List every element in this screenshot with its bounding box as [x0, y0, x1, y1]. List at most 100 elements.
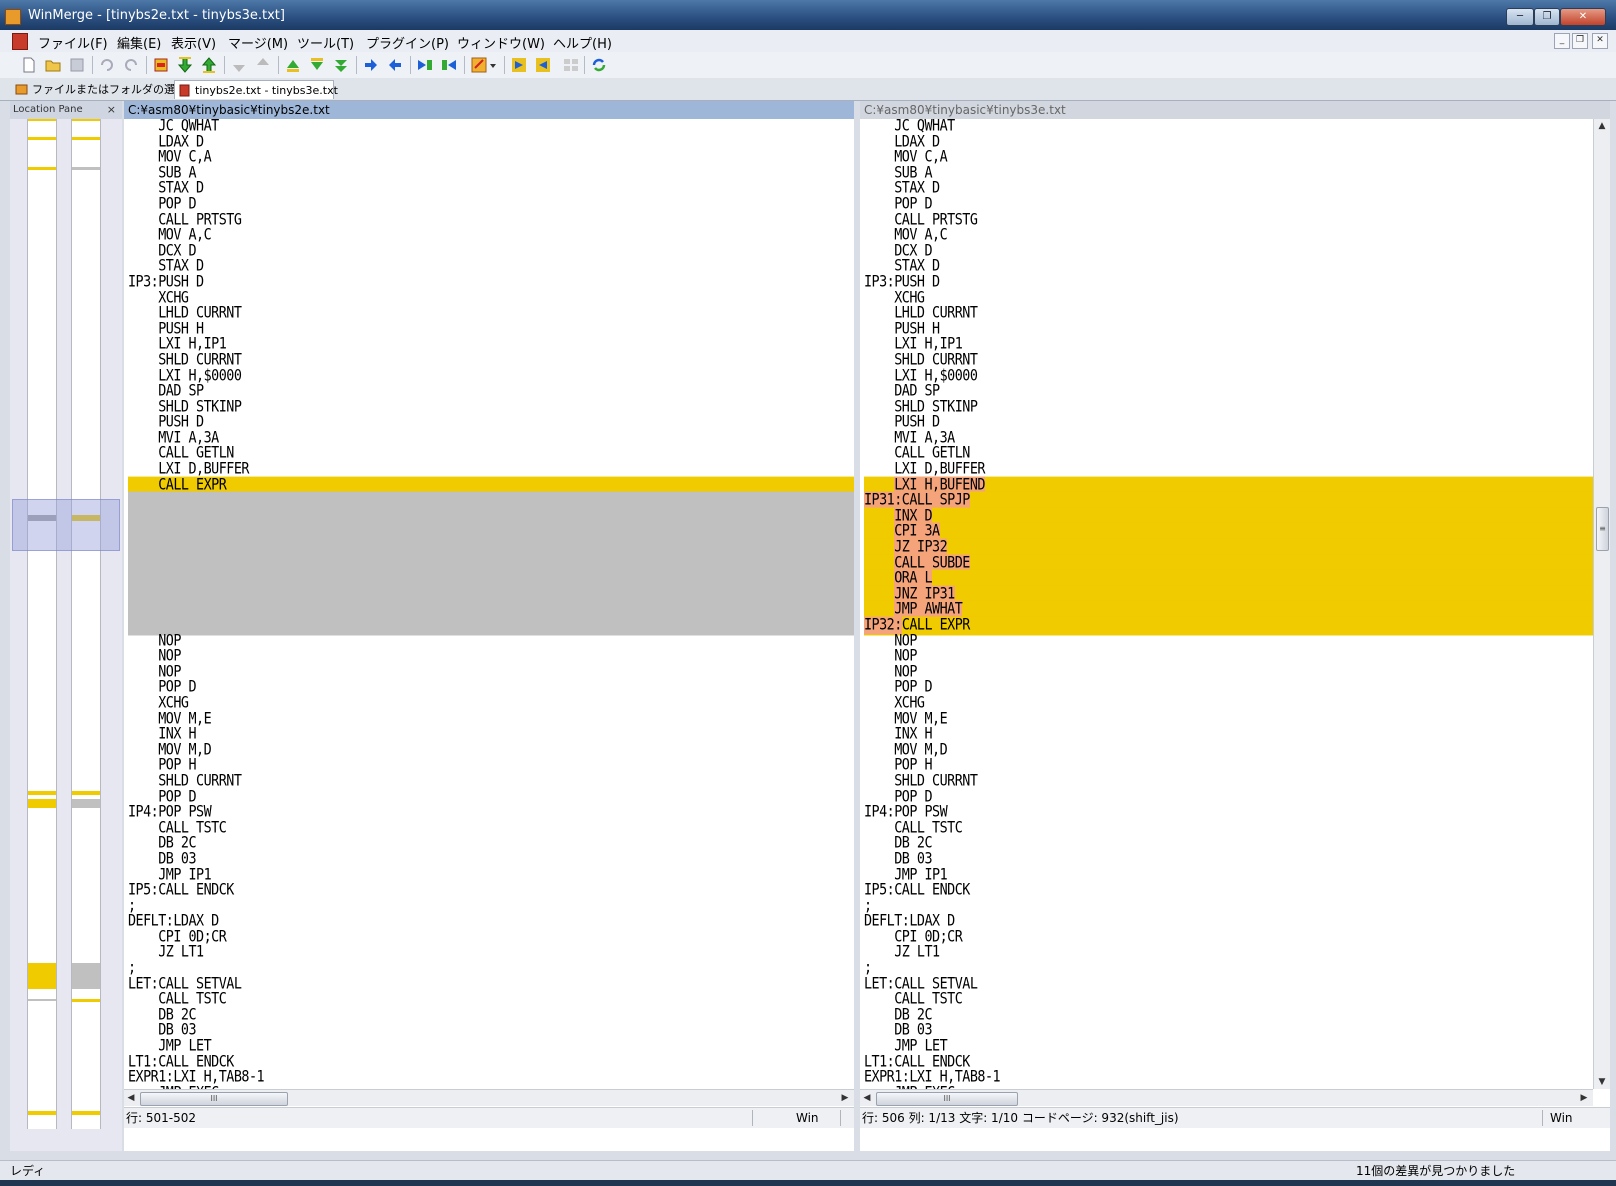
copy-right-icon[interactable]: [362, 56, 380, 74]
diff-marker: [72, 1111, 100, 1115]
redo-icon[interactable]: [122, 56, 140, 74]
menu-merge[interactable]: マージ(M): [228, 33, 288, 52]
status-separator: [840, 1110, 841, 1126]
winmerge-window: WinMerge - [tinybs2e.txt - tinybs3e.txt]…: [0, 0, 1616, 1186]
tab-bar: ファイルまたはフォルダの選択... tinybs2e.txt - tinybs3…: [0, 78, 1616, 101]
new-icon[interactable]: [20, 56, 38, 74]
save-icon[interactable]: [68, 56, 86, 74]
mdi-restore-button[interactable]: ❐: [1572, 33, 1588, 49]
back-icon[interactable]: [534, 56, 552, 74]
diff-count-text: 11個の差異が見つかりました: [1356, 1164, 1516, 1178]
line-text: SHLD CURRNT: [128, 772, 242, 791]
left-status-eol: Win: [796, 1111, 819, 1125]
undo-icon[interactable]: [98, 56, 116, 74]
copy-left-advance-icon[interactable]: [308, 56, 326, 74]
menu-window[interactable]: ウィンドウ(W): [457, 33, 545, 52]
tab-open-select[interactable]: ファイルまたはフォルダの選択...: [12, 80, 197, 99]
maximize-button[interactable]: ❐: [1534, 8, 1560, 26]
diff-marker: [72, 167, 100, 170]
right-code-view[interactable]: JC QWHAT LDAX D MOV C,A SUB A STAX D POP…: [864, 119, 1593, 1089]
diff-marker: [28, 137, 56, 140]
right-vscrollbar[interactable]: ▲ ≡ ▼: [1593, 119, 1610, 1089]
location-bar-left[interactable]: [27, 119, 57, 1129]
line-text: SHLD CURRNT: [864, 351, 978, 370]
copy-right-advance-icon[interactable]: [284, 56, 302, 74]
location-pane[interactable]: Location Pane ×: [10, 101, 122, 1151]
winmerge-app-icon: [5, 9, 21, 25]
line-text: SHLD CURRNT: [128, 351, 242, 370]
current-diff-icon[interactable]: [152, 56, 170, 74]
goto-icon[interactable]: [510, 56, 528, 74]
diff-first-icon[interactable]: [230, 56, 248, 74]
left-pane[interactable]: C:¥asm80¥tinybasic¥tinybs2e.txt JC QWHAT…: [124, 101, 854, 1151]
left-hscrollbar[interactable]: ◀ III ▶: [124, 1089, 854, 1106]
scroll-right-icon[interactable]: ▶: [838, 1090, 852, 1106]
close-button[interactable]: ✕: [1560, 8, 1606, 26]
scroll-up-icon[interactable]: ▲: [1594, 119, 1610, 133]
toolbar-separator: [92, 56, 93, 74]
scroll-down-icon[interactable]: ▼: [1594, 1075, 1610, 1089]
mdi-minimize-button[interactable]: _: [1554, 33, 1570, 49]
toolbar: [0, 52, 1616, 79]
app-status-bar: レディ 11個の差異が見つかりました: [0, 1160, 1616, 1181]
copy-right-all-icon[interactable]: [332, 56, 350, 74]
tile-icon[interactable]: [562, 56, 580, 74]
title-bar[interactable]: WinMerge - [tinybs2e.txt - tinybs3e.txt]…: [0, 0, 1616, 30]
menu-edit[interactable]: 編集(E): [117, 33, 161, 52]
diff-prev-icon[interactable]: [200, 56, 218, 74]
diff-marker: [72, 963, 100, 989]
mdi-close-button[interactable]: ✕: [1592, 33, 1608, 49]
scroll-left-icon[interactable]: ◀: [860, 1090, 874, 1106]
diff-marker: [72, 791, 100, 795]
diff-next-icon[interactable]: [176, 56, 194, 74]
menu-view[interactable]: 表示(V): [171, 33, 216, 52]
location-pane-close-icon[interactable]: ×: [107, 101, 116, 119]
left-code-view[interactable]: JC QWHAT LDAX D MOV C,A SUB A STAX D POP…: [128, 119, 854, 1089]
line-text: DB 03: [864, 850, 933, 869]
location-pane-map[interactable]: [10, 119, 122, 1151]
left-status-position: 行: 501-502: [126, 1111, 196, 1125]
diff-last-icon[interactable]: [254, 56, 272, 74]
minimize-button[interactable]: ─: [1506, 8, 1534, 26]
right-hscrollbar[interactable]: ◀ III ▶: [860, 1089, 1593, 1106]
right-status-position: 行: 506 列: 1/13 文字: 1/10 コードページ: 932(shif…: [862, 1111, 1179, 1125]
right-status-eol: Win: [1550, 1111, 1573, 1125]
right-pane[interactable]: C:¥asm80¥tinybasic¥tinybs3e.txt JC QWHAT…: [860, 101, 1610, 1151]
menu-tools[interactable]: ツール(T): [297, 33, 354, 52]
menu-plugins[interactable]: プラグイン(P): [366, 33, 449, 52]
left-status-bar: 行: 501-502 Win: [124, 1107, 854, 1128]
scroll-left-icon[interactable]: ◀: [124, 1090, 138, 1106]
copy-all-right-icon[interactable]: [416, 56, 434, 74]
status-separator: [752, 1110, 753, 1126]
options-icon[interactable]: [470, 56, 488, 74]
scroll-right-icon[interactable]: ▶: [1577, 1090, 1591, 1106]
app-status-text: レディ: [10, 1164, 46, 1178]
location-view-rect[interactable]: [12, 499, 120, 551]
diff-marker: [28, 999, 56, 1001]
location-pane-title: Location Pane: [13, 104, 83, 115]
right-hscroll-thumb[interactable]: III: [876, 1092, 1018, 1106]
location-bar-right[interactable]: [71, 119, 101, 1129]
copy-all-left-icon[interactable]: [440, 56, 458, 74]
status-separator: [1542, 1110, 1543, 1126]
copy-left-icon[interactable]: [386, 56, 404, 74]
open-icon[interactable]: [44, 56, 62, 74]
refresh-icon[interactable]: [590, 56, 608, 74]
diff-marker: [28, 963, 56, 989]
left-hscroll-thumb[interactable]: III: [140, 1092, 288, 1106]
dropdown-icon[interactable]: [488, 56, 498, 74]
menu-file[interactable]: ファイル(F): [38, 33, 108, 52]
diff-marker: [28, 1111, 56, 1115]
right-vscroll-thumb[interactable]: ≡: [1596, 507, 1609, 551]
toolbar-separator: [504, 56, 505, 74]
toolbar-separator: [356, 56, 357, 74]
tab-label: tinybs2e.txt - tinybs3e.txt: [195, 84, 338, 97]
file-compare-icon: [179, 84, 190, 97]
folder-compare-icon: [15, 84, 28, 95]
menu-bar: ファイル(F) 編集(E) 表示(V) マージ(M) ツール(T) プラグイン(…: [0, 30, 1616, 53]
diff-marker: [28, 167, 56, 170]
menu-help[interactable]: ヘルプ(H): [553, 33, 612, 52]
tab-file-compare[interactable]: tinybs2e.txt - tinybs3e.txt: [174, 80, 338, 99]
document-icon[interactable]: [12, 33, 28, 50]
toolbar-separator: [584, 56, 585, 74]
